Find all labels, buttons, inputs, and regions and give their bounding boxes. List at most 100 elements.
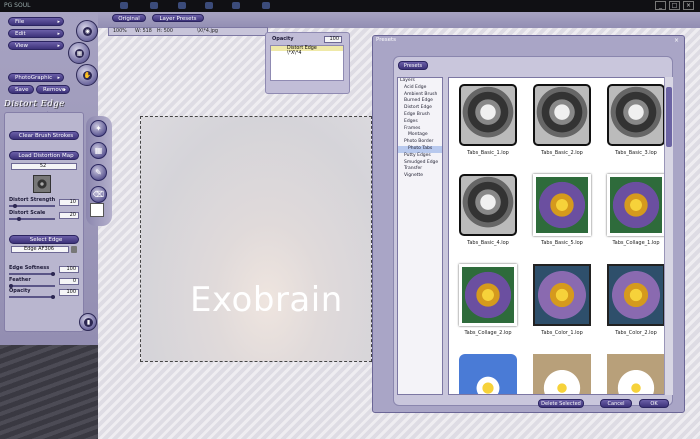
tree-item[interactable]: Distort Edge bbox=[398, 105, 442, 112]
preset-thumbnail[interactable] bbox=[455, 352, 519, 394]
image-canvas[interactable] bbox=[141, 117, 371, 361]
grid-icon[interactable]: ▦ bbox=[90, 142, 107, 159]
thumbnail-image[interactable] bbox=[607, 84, 665, 146]
original-button[interactable]: Original bbox=[112, 14, 146, 22]
slider-knob[interactable] bbox=[51, 272, 55, 276]
preset-thumbnail[interactable]: Tabs_Basic_2.lop bbox=[529, 82, 593, 167]
hand-wheel-icon[interactable]: ✋ bbox=[76, 64, 98, 86]
opacity-field[interactable]: 100 bbox=[59, 289, 79, 296]
edge-softness-field[interactable]: 100 bbox=[59, 266, 79, 273]
dialog-title: Presets bbox=[376, 37, 397, 43]
lock-icon[interactable] bbox=[71, 246, 77, 253]
remove-button[interactable]: Remove ▸ bbox=[36, 85, 70, 94]
preset-thumbnail[interactable] bbox=[603, 352, 667, 394]
save-button[interactable]: Save bbox=[8, 85, 34, 94]
preset-thumbnail[interactable]: Tabs_Collage_1.lop bbox=[603, 172, 667, 257]
thumbnail-image[interactable] bbox=[607, 264, 665, 326]
thumbnail-image[interactable] bbox=[459, 264, 517, 326]
thumbnail-label: Tabs_Basic_3.lop bbox=[615, 150, 657, 156]
top-toolbar: Original Layer Presets bbox=[98, 12, 700, 28]
dialog-close-icon[interactable]: × bbox=[674, 38, 680, 44]
clear-brush-strokes-button[interactable]: Clear Brush Strokes bbox=[9, 131, 79, 140]
layer-opacity-label: Opacity bbox=[272, 36, 294, 42]
tree-item[interactable]: Photo Border bbox=[398, 139, 442, 146]
thumbnail-image[interactable] bbox=[607, 354, 665, 394]
panel-title: Distort Edge bbox=[4, 99, 65, 109]
thumbnail-image[interactable] bbox=[607, 174, 665, 236]
edit-menu[interactable]: Edit ▸ bbox=[8, 29, 64, 38]
edge-softness-slider[interactable] bbox=[9, 273, 55, 275]
taskbar-icon[interactable] bbox=[120, 2, 128, 9]
slider-knob[interactable] bbox=[13, 204, 17, 208]
file-menu[interactable]: File ▸ bbox=[8, 17, 64, 26]
thumbnail-label: Tabs_Color_1.lop bbox=[541, 330, 583, 336]
preset-thumbnail[interactable] bbox=[529, 352, 593, 394]
taskbar-icon[interactable] bbox=[232, 2, 240, 9]
presets-tab[interactable]: Presets bbox=[398, 61, 428, 70]
edge-name-field: Edge AF306 bbox=[11, 246, 69, 253]
brush-icon[interactable]: ✦ bbox=[90, 120, 107, 137]
opacity-label: Opacity bbox=[9, 288, 31, 294]
thumbnail-image[interactable] bbox=[533, 174, 591, 236]
maximize-icon[interactable]: □ bbox=[669, 1, 680, 10]
preset-thumbnail[interactable]: Tabs_Color_1.lop bbox=[529, 262, 593, 347]
preset-thumbnail[interactable]: Tabs_Basic_5.lop bbox=[529, 172, 593, 257]
thumbnail-image[interactable] bbox=[459, 354, 517, 394]
feather-field[interactable]: 0 bbox=[59, 278, 79, 285]
layer-presets-button[interactable]: Layer Presets bbox=[152, 14, 204, 22]
eraser-icon[interactable]: ⌫ bbox=[90, 186, 107, 203]
layers-wheel-icon[interactable]: ▦ bbox=[68, 42, 90, 64]
taskbar-icon[interactable] bbox=[178, 2, 186, 9]
grid-scrollbar[interactable] bbox=[664, 77, 673, 395]
minimize-icon[interactable]: _ bbox=[655, 1, 666, 10]
tree-item[interactable]: Vignette bbox=[398, 173, 442, 180]
photographic-menu[interactable]: PhotoGraphic ▸ bbox=[8, 73, 64, 82]
tree-item[interactable]: Acid Edge bbox=[398, 85, 442, 92]
thumbnail-label: Tabs_Basic_1.lop bbox=[467, 150, 509, 156]
taskbar-icon[interactable] bbox=[205, 2, 213, 9]
thumbnail-image[interactable] bbox=[533, 264, 591, 326]
slider-knob[interactable] bbox=[51, 295, 55, 299]
color-swatch[interactable] bbox=[90, 203, 104, 217]
taskbar-icon[interactable] bbox=[262, 2, 270, 9]
status-bar: 100% W: 518 H: 500 \X\*4.jpg bbox=[108, 27, 268, 36]
distort-scale-slider[interactable] bbox=[9, 218, 55, 220]
pen-icon[interactable]: ✎ bbox=[90, 164, 107, 181]
cancel-button[interactable]: Cancel bbox=[600, 399, 632, 408]
camera-wheel-icon[interactable]: ◉ bbox=[76, 20, 98, 42]
view-menu[interactable]: View ▸ bbox=[8, 41, 64, 50]
tree-item[interactable]: Putty Edges bbox=[398, 153, 442, 160]
load-distortion-map-button[interactable]: Load Distortion Map bbox=[9, 151, 79, 160]
preset-thumbnail[interactable]: Tabs_Basic_1.lop bbox=[455, 82, 519, 167]
tree-item[interactable]: Photo Tabs bbox=[398, 145, 442, 153]
select-edge-button[interactable]: Select Edge bbox=[9, 235, 79, 244]
taskbar-icon[interactable] bbox=[150, 2, 158, 9]
thumbnail-image[interactable] bbox=[533, 84, 591, 146]
distort-scale-field[interactable]: 20 bbox=[59, 212, 79, 219]
layer-opacity-field[interactable]: 100 bbox=[324, 36, 342, 43]
layer-item[interactable]: \*X\*4 bbox=[271, 51, 343, 56]
tree-item[interactable]: Edges bbox=[398, 119, 442, 126]
canvas-selection[interactable] bbox=[140, 116, 372, 362]
trash-icon[interactable]: ▮ bbox=[79, 313, 97, 331]
feather-slider[interactable] bbox=[9, 285, 55, 287]
scroll-thumb[interactable] bbox=[666, 87, 672, 147]
close-icon[interactable]: × bbox=[683, 1, 694, 10]
thumbnail-image[interactable] bbox=[533, 354, 591, 394]
thumbnail-image[interactable] bbox=[459, 84, 517, 146]
thumbnail-image[interactable] bbox=[459, 174, 517, 236]
slider-knob[interactable] bbox=[17, 217, 21, 221]
preset-thumbnail[interactable]: Tabs_Color_2.lop bbox=[603, 262, 667, 347]
preset-thumbnail[interactable]: Tabs_Basic_3.lop bbox=[603, 82, 667, 167]
ok-button[interactable]: OK bbox=[639, 399, 669, 408]
opacity-slider[interactable] bbox=[9, 296, 55, 298]
preset-thumbnail[interactable]: Tabs_Collage_2.lop bbox=[455, 262, 519, 347]
tree-item[interactable]: Layers bbox=[398, 78, 442, 85]
preset-thumbnail[interactable]: Tabs_Basic_4.lop bbox=[455, 172, 519, 257]
distort-strength-field[interactable]: 10 bbox=[59, 199, 79, 206]
thumbnail-label: Tabs_Color_2.lop bbox=[615, 330, 657, 336]
tree-item[interactable]: Edge Brush bbox=[398, 112, 442, 119]
left-panel-texture bbox=[0, 345, 98, 439]
delete-selected-button[interactable]: Delete Selected bbox=[538, 399, 584, 408]
filename-readout: \X\*4.jpg bbox=[197, 29, 218, 34]
